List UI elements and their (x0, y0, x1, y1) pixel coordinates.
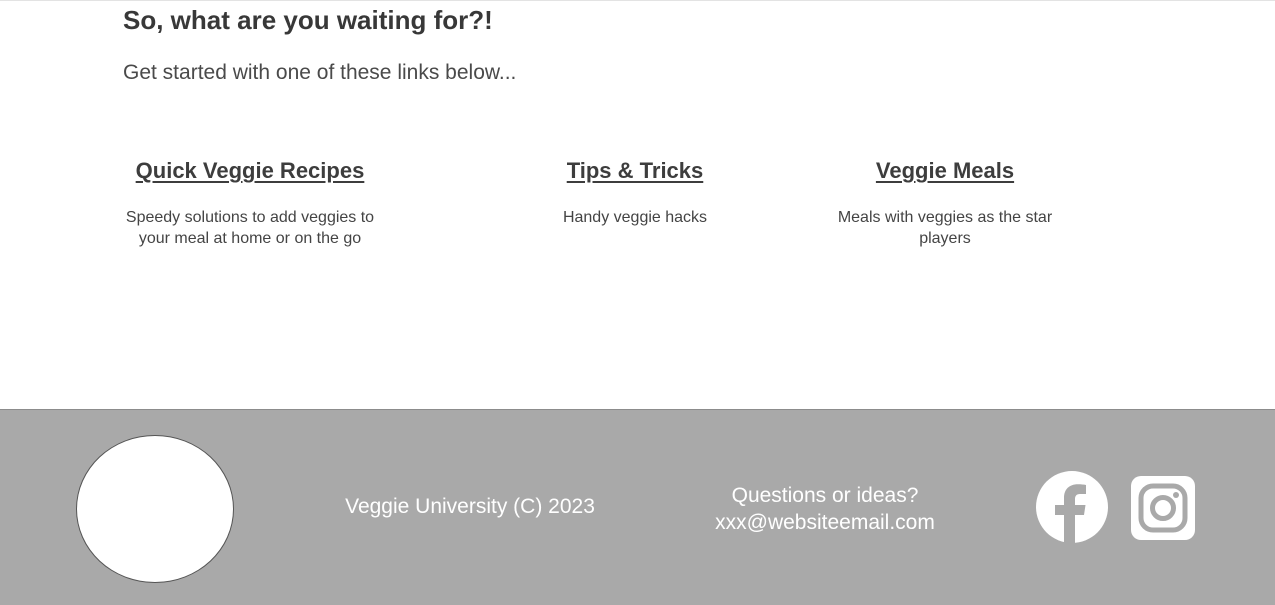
link-card-quick-recipes: Quick Veggie Recipes Speedy solutions to… (92, 157, 408, 249)
veggie-meals-link[interactable]: Veggie Meals (815, 157, 1075, 185)
contact-info: Questions or ideas? xxx@websiteemail.com (690, 482, 960, 536)
section-subhead: Get started with one of these links belo… (123, 61, 517, 84)
description-line: players (919, 230, 971, 247)
description-line: Meals with veggies as the star (837, 209, 1053, 226)
instagram-icon[interactable] (1130, 475, 1196, 541)
description-line: your meal at home or on the go (138, 230, 362, 247)
description-line: Speedy solutions to add veggies to (125, 209, 375, 226)
quick-veggie-recipes-link[interactable]: Quick Veggie Recipes (92, 157, 408, 185)
description-line: Handy veggie hacks (562, 209, 708, 226)
contact-prompt: Questions or ideas? (731, 484, 919, 507)
contact-email[interactable]: xxx@websiteemail.com (690, 509, 960, 536)
tips-and-tricks-link[interactable]: Tips & Tricks (517, 157, 753, 185)
link-description: Meals with veggies as the star players (815, 207, 1075, 249)
link-description: Handy veggie hacks (517, 207, 753, 228)
facebook-icon[interactable] (1035, 470, 1109, 544)
site-footer: Veggie University (C) 2023 Questions or … (0, 409, 1275, 605)
section-headline: So, what are you waiting for?! (123, 5, 493, 35)
link-card-veggie-meals: Veggie Meals Meals with veggies as the s… (815, 157, 1075, 249)
link-card-tips-tricks: Tips & Tricks Handy veggie hacks (517, 157, 753, 228)
copyright-text: Veggie University (C) 2023 (345, 495, 595, 518)
top-divider (0, 0, 1275, 1)
logo-placeholder (76, 435, 234, 583)
link-description: Speedy solutions to add veggies to your … (92, 207, 408, 249)
